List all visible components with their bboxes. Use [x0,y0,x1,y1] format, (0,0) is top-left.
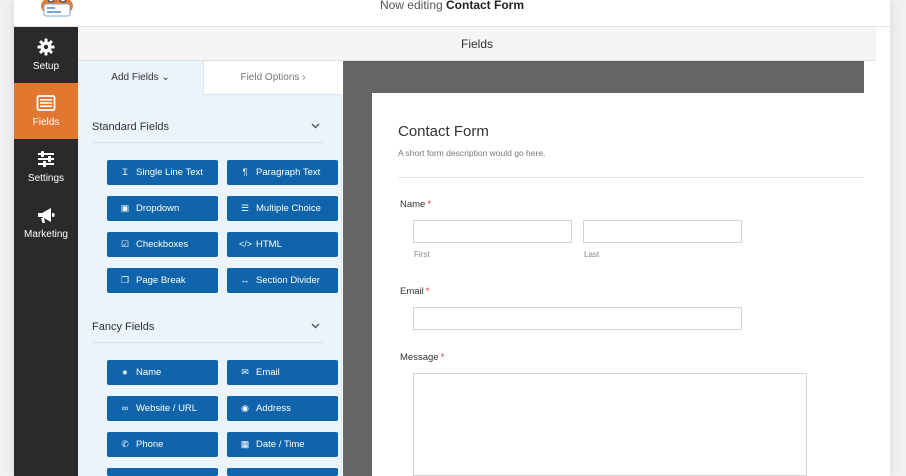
builder-sidebar: Setup Fields Settings Marketing [14,27,78,476]
editing-prefix: Now editing [379,0,443,12]
group-header-fancy-fields[interactable]: Fancy Fields [92,311,324,343]
sidebar-item-label: Fields [32,117,60,128]
field-button-date-time[interactable]: ▦ Date / Time [227,432,338,457]
field-button-website-url[interactable]: ∞ Website / URL [107,396,218,421]
field-button-multiple-choice[interactable]: ☰ Multiple Choice [227,196,338,221]
required-marker: * [425,286,430,297]
field-button-partial[interactable] [227,468,338,476]
phone-icon: ✆ [121,439,129,449]
form-title[interactable]: Contact Form [398,123,489,140]
tab-field-options[interactable]: Field Options › [203,61,342,95]
email-field-label: Email * [400,286,429,297]
field-button-label: Multiple Choice [256,203,321,214]
sidebar-item-label: Settings [27,173,65,184]
fields-panel: Add Fields ⌄ Field Options › Standard Fi… [78,61,342,476]
field-button-name[interactable]: ● Name [107,360,218,385]
form-divider [398,177,864,178]
sliders-icon [38,151,54,167]
field-button-dropdown[interactable]: ▣ Dropdown [107,196,218,221]
field-button-partial[interactable] [107,468,218,476]
field-button-section-divider[interactable]: ↔ Section Divider [227,268,338,293]
list-icon: ☰ [240,203,250,213]
sidebar-item-label: Setup [32,61,60,72]
label-text: Message [400,352,439,363]
field-button-single-line-text[interactable]: Ɪ Single Line Text [107,160,218,185]
panel-tabs: Add Fields ⌄ Field Options › [78,61,342,95]
sidebar-item-fields[interactable]: Fields [14,83,78,139]
message-textarea[interactable] [413,373,807,476]
form-description[interactable]: A short form description would go here. [398,148,545,158]
field-button-label: Checkboxes [136,239,189,250]
field-button-label: Address [256,403,291,414]
required-marker: * [427,199,432,210]
field-button-checkboxes[interactable]: ☑ Checkboxes [107,232,218,257]
code-icon: </> [239,239,253,249]
tab-add-fields[interactable]: Add Fields ⌄ [78,61,203,95]
paragraph-icon: ¶ [242,167,248,177]
envelope-icon: ✉ [241,367,249,377]
field-button-phone[interactable]: ✆ Phone [107,432,218,457]
chevron-down-icon [311,323,320,329]
last-name-input[interactable] [583,220,742,243]
calendar-icon: ▦ [240,439,250,449]
sidebar-item-settings[interactable]: Settings [14,139,78,195]
chevron-down-icon: ⌄ [161,72,170,83]
field-button-label: HTML [256,239,282,250]
group-title: Standard Fields [92,121,170,133]
field-button-email[interactable]: ✉ Email [227,360,338,385]
megaphone-icon [38,208,55,223]
editing-form-name: Contact Form [446,0,525,12]
top-bar: Now editing Contact Form [14,0,890,27]
form-preview-card: Contact Form A short form description wo… [372,93,864,476]
first-sublabel: First [414,250,430,259]
email-input[interactable] [413,307,742,330]
label-text: Name [400,199,426,210]
divider-icon: ↔ [240,275,250,285]
field-button-label: Phone [136,439,164,450]
field-button-label: Page Break [136,275,186,286]
group-title: Fancy Fields [92,321,155,333]
tab-label: Field Options [240,72,300,83]
last-sublabel: Last [584,250,600,259]
group-header-standard-fields[interactable]: Standard Fields [92,111,324,143]
gear-icon [37,38,55,56]
link-icon: ∞ [121,403,129,413]
editing-title: Now editing Contact Form [14,0,890,12]
first-name-input[interactable] [413,220,572,243]
map-pin-icon: ◉ [241,403,249,413]
field-button-page-break[interactable]: ❐ Page Break [107,268,218,293]
dropdown-icon: ▣ [120,203,130,213]
field-button-address[interactable]: ◉ Address [227,396,338,421]
field-button-label: Dropdown [136,203,180,214]
field-button-label: Single Line Text [136,167,203,178]
field-button-label: Website / URL [136,403,198,414]
text-cursor-icon: Ɪ [122,167,128,177]
field-button-label: Name [136,367,162,378]
tab-label: Add Fields [111,72,159,83]
user-icon: ● [122,367,128,377]
field-button-paragraph-text[interactable]: ¶ Paragraph Text [227,160,338,185]
field-button-html[interactable]: </> HTML [227,232,338,257]
sidebar-item-marketing[interactable]: Marketing [14,195,78,251]
chevron-down-icon [311,123,320,129]
section-title: Fields [460,37,493,51]
label-text: Email [400,286,424,297]
field-button-label: Paragraph Text [256,167,321,178]
field-button-label: Section Divider [256,275,320,286]
section-title-bar: Fields [78,27,876,61]
name-field-label: Name * [400,199,431,210]
fields-list-icon [36,95,56,111]
field-button-label: Date / Time [256,439,305,450]
chevron-right-icon: › [302,72,306,83]
required-marker: * [440,352,445,363]
message-field-label: Message * [400,352,444,363]
sidebar-item-setup[interactable]: Setup [14,27,78,83]
checkbox-icon: ☑ [120,239,130,249]
field-button-label: Email [256,367,280,378]
copy-icon: ❐ [120,275,130,285]
sidebar-item-label: Marketing [24,229,68,240]
